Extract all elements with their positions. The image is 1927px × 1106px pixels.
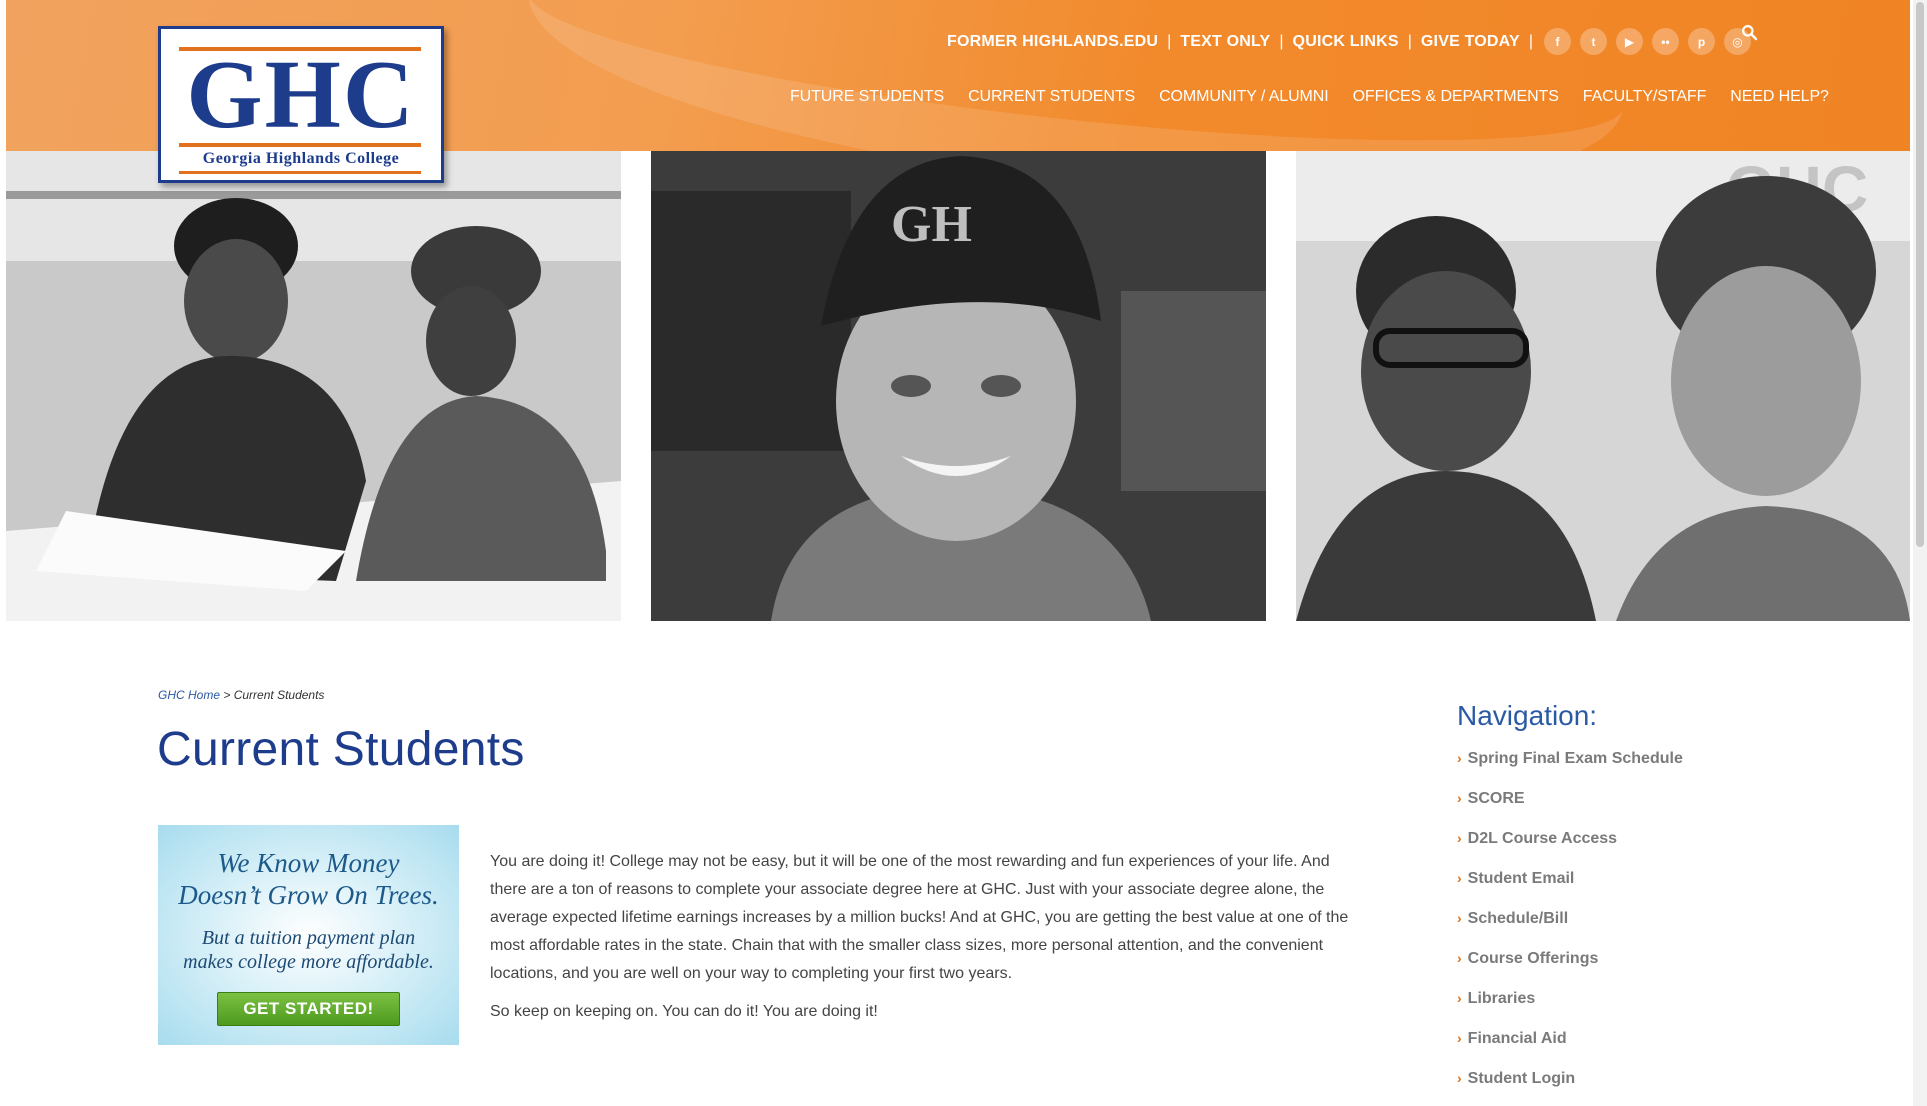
nav-current-students[interactable]: CURRENT STUDENTS xyxy=(968,88,1135,106)
sidebar-item-financial-aid[interactable]: › Financial Aid xyxy=(1457,1030,1787,1070)
sidebar-item-schedule-bill[interactable]: › Schedule/Bill xyxy=(1457,910,1787,950)
promo-subtext-line-1: But a tuition payment plan xyxy=(201,927,416,949)
sidebar-item-label: Financial Aid xyxy=(1467,1030,1567,1047)
promo-subtext: But a tuition payment plan makes college… xyxy=(158,926,459,974)
utility-separator: | xyxy=(1528,32,1533,50)
sidebar-title: Navigation: xyxy=(1457,700,1598,731)
main-navigation: FUTURE STUDENTS CURRENT STUDENTS COMMUNI… xyxy=(790,88,1829,106)
chevron-right-icon: › xyxy=(1457,950,1462,966)
sidebar-item-course-offerings[interactable]: › Course Offerings xyxy=(1457,950,1787,990)
chevron-right-icon: › xyxy=(1457,1030,1462,1046)
search-icon[interactable] xyxy=(1741,24,1761,44)
sidebar-item-label: Student Email xyxy=(1467,870,1575,887)
intro-paragraph: So keep on keeping on. You can do it! Yo… xyxy=(490,1003,878,1020)
sidebar-item-d2l-course-access[interactable]: › D2L Course Access xyxy=(1457,830,1787,870)
page-title: Current Students xyxy=(157,723,525,776)
scrollbar-thumb[interactable] xyxy=(1916,2,1924,547)
tuition-plan-banner[interactable]: We Know Money Doesn’t Grow On Trees. But… xyxy=(158,825,459,1045)
sidebar-item-label: SCORE xyxy=(1467,790,1525,807)
flickr-icon[interactable]: •• xyxy=(1651,28,1679,55)
intro-copy: You are doing it! College may not be eas… xyxy=(490,848,1358,1026)
intro-paragraph: You are doing it! College may not be eas… xyxy=(490,853,1349,982)
sidebar-item-label: Student Login xyxy=(1467,1070,1576,1087)
logo-letters: GHC xyxy=(186,41,416,149)
logo-rule xyxy=(179,143,421,147)
chevron-right-icon: › xyxy=(1457,830,1462,846)
get-started-button[interactable]: GET STARTED! xyxy=(217,992,400,1026)
promo-headline-line-2: Doesn’t Grow On Trees. xyxy=(178,880,439,910)
nav-faculty-staff[interactable]: FACULTY/STAFF xyxy=(1583,88,1707,106)
sidebar-navigation: Navigation: › Spring Final Exam Schedule … xyxy=(1457,700,1787,1106)
photo-students-studying xyxy=(6,151,621,621)
svg-text:GH: GH xyxy=(891,196,972,253)
quick-links-link[interactable]: QUICK LINKS xyxy=(1293,33,1399,51)
chevron-right-icon: › xyxy=(1457,750,1462,766)
utility-separator: | xyxy=(1279,32,1284,50)
sidebar-item-student-email[interactable]: › Student Email xyxy=(1457,870,1787,910)
sidebar-item-label: Libraries xyxy=(1467,990,1536,1007)
breadcrumb-separator: > xyxy=(223,688,231,702)
facebook-icon[interactable]: f xyxy=(1543,28,1571,55)
text-only-link[interactable]: TEXT ONLY xyxy=(1180,33,1270,51)
sidebar-item-student-login[interactable]: › Student Login xyxy=(1457,1070,1787,1106)
chevron-right-icon: › xyxy=(1457,910,1462,926)
promo-headline: We Know Money Doesn’t Grow On Trees. xyxy=(158,847,459,911)
promo-headline-line-1: We Know Money xyxy=(217,848,400,878)
twitter-icon[interactable]: t xyxy=(1579,28,1607,55)
logo-college-name: Georgia Highlands College xyxy=(202,150,400,167)
page-scrollbar[interactable] xyxy=(1913,0,1927,1106)
sidebar-item-label: Course Offerings xyxy=(1467,950,1599,967)
utility-bar: FORMER HIGHLANDS.EDU | TEXT ONLY | QUICK… xyxy=(947,28,1751,55)
chevron-right-icon: › xyxy=(1457,870,1462,886)
promo-subtext-line-2: makes college more affordable. xyxy=(183,951,434,973)
breadcrumb-home-link[interactable]: GHC Home xyxy=(158,688,220,702)
breadcrumb-current: Current Students xyxy=(233,688,325,702)
utility-separator: | xyxy=(1407,32,1412,50)
former-highlands-link[interactable]: FORMER HIGHLANDS.EDU xyxy=(947,33,1158,51)
sidebar-item-label: Spring Final Exam Schedule xyxy=(1467,750,1683,767)
sidebar-item-label: Schedule/Bill xyxy=(1467,910,1569,927)
header-swoosh-decoration xyxy=(515,0,1637,151)
youtube-icon[interactable]: ▶ xyxy=(1615,28,1643,55)
logo-rule xyxy=(179,171,421,174)
sidebar-item-libraries[interactable]: › Libraries xyxy=(1457,990,1787,1030)
chevron-right-icon: › xyxy=(1457,790,1462,806)
sidebar-item-spring-final-exam-schedule[interactable]: › Spring Final Exam Schedule xyxy=(1457,750,1787,790)
breadcrumb: GHC Home > Current Students xyxy=(158,688,324,702)
nav-future-students[interactable]: FUTURE STUDENTS xyxy=(790,88,944,106)
sidebar-item-score[interactable]: › SCORE xyxy=(1457,790,1787,830)
nav-community-alumni[interactable]: COMMUNITY / ALUMNI xyxy=(1159,88,1329,106)
hero-photo-strip: GH GHC xyxy=(6,151,1910,621)
photo-student-smiling: GH xyxy=(651,151,1266,621)
give-today-link[interactable]: GIVE TODAY xyxy=(1421,33,1520,51)
photo-mentor-student: GHC xyxy=(1296,151,1910,621)
ghc-logo[interactable]: GHC Georgia Highlands College xyxy=(158,26,444,183)
sidebar-item-label: D2L Course Access xyxy=(1467,830,1618,847)
nav-need-help[interactable]: NEED HELP? xyxy=(1730,88,1829,106)
utility-separator: | xyxy=(1167,32,1172,50)
pinterest-icon[interactable]: p xyxy=(1687,28,1715,55)
nav-offices-departments[interactable]: OFFICES & DEPARTMENTS xyxy=(1353,88,1559,106)
chevron-right-icon: › xyxy=(1457,1070,1462,1086)
chevron-right-icon: › xyxy=(1457,990,1462,1006)
social-links: f t ▶ •• p ◎ xyxy=(1543,28,1751,55)
